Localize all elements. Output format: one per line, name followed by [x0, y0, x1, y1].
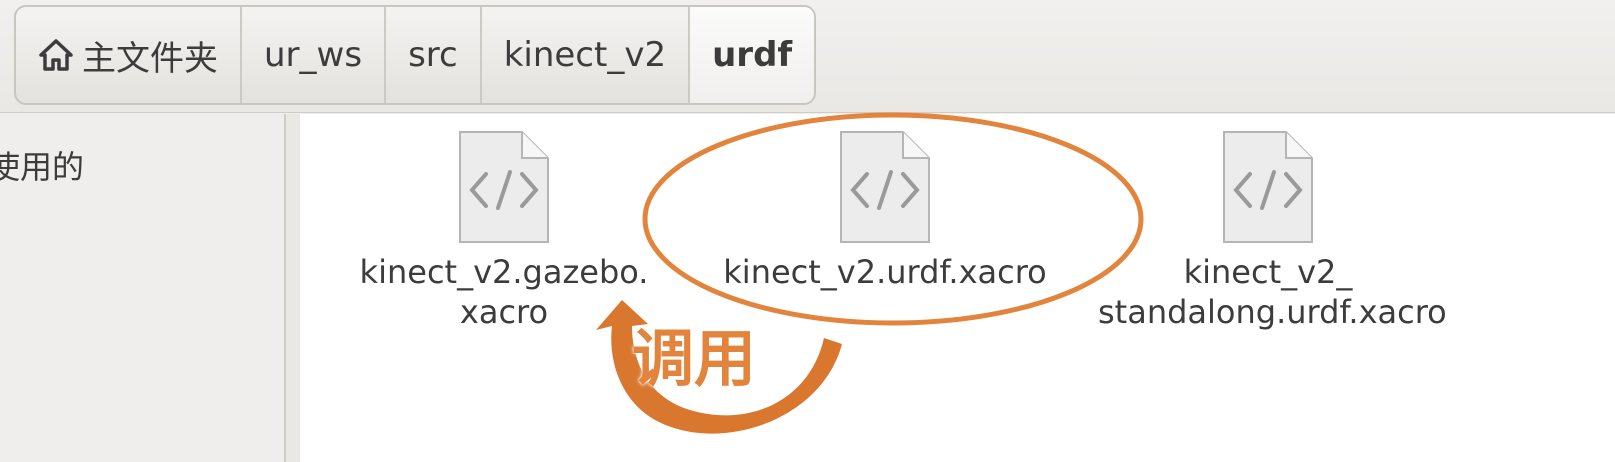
crumb-urdf[interactable]: urdf [690, 7, 815, 103]
crumb-home[interactable]: 主文件夹 [16, 7, 242, 103]
crumb-src[interactable]: src [386, 7, 482, 103]
crumb-ur-ws[interactable]: ur_ws [242, 7, 387, 103]
file-view: kinect_v2.gazebo. xacro kinect_v2.urdf.x… [300, 114, 1615, 462]
crumb-label: src [408, 35, 458, 75]
xml-file-icon [840, 131, 930, 243]
path-bar: 主文件夹 ur_ws src kinect_v2 urdf [14, 5, 817, 105]
toolbar: 主文件夹 ur_ws src kinect_v2 urdf [0, 0, 1615, 113]
file-item-gazebo[interactable]: kinect_v2.gazebo. xacro [354, 130, 654, 332]
home-icon [39, 39, 73, 71]
sidebar-item-recent[interactable]: 使用的 [0, 142, 84, 188]
file-name: kinect_v2.urdf.xacro [723, 253, 1047, 291]
crumb-label: 主文件夹 [82, 38, 218, 79]
file-name: kinect_v2.gazebo. xacro [359, 253, 649, 331]
crumb-kinect-v2[interactable]: kinect_v2 [482, 7, 691, 103]
sidebar-divider[interactable] [286, 114, 300, 462]
sidebar: 使用的 [0, 114, 286, 462]
file-name: kinect_v2_ standalong.urdf.xacro [1098, 253, 1447, 331]
crumb-label: urdf [712, 35, 793, 75]
file-item-standalong[interactable]: kinect_v2_ standalong.urdf.xacro [1098, 130, 1447, 332]
sidebar-item-label: 使用的 [0, 148, 85, 186]
xml-file-icon [459, 131, 549, 243]
crumb-label: kinect_v2 [503, 35, 667, 75]
file-item-urdf[interactable]: kinect_v2.urdf.xacro [720, 130, 1050, 292]
annotation-label: 调用 [632, 322, 757, 395]
crumb-label: ur_ws [264, 35, 363, 75]
xml-file-icon [1223, 131, 1313, 243]
